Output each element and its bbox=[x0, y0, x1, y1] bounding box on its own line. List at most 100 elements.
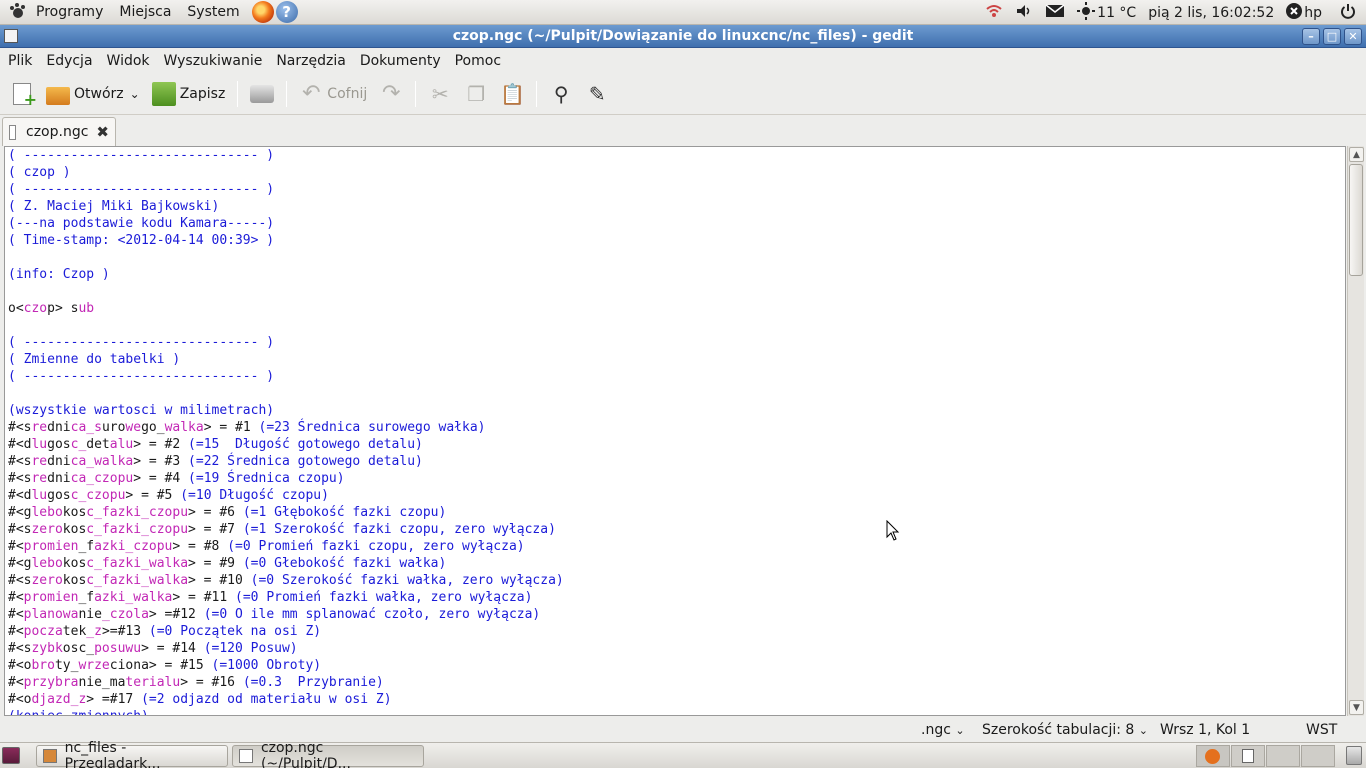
menu-dokumenty[interactable]: Dokumenty bbox=[353, 53, 448, 69]
user-close-icon[interactable] bbox=[1286, 2, 1303, 23]
tab-close-icon[interactable]: ✖ bbox=[96, 123, 109, 141]
menu-edycja[interactable]: Edycja bbox=[39, 53, 99, 69]
code-line[interactable]: ( Zmienne do tabelki ) bbox=[8, 351, 1345, 368]
workspace-2[interactable] bbox=[1231, 745, 1265, 767]
maximize-button[interactable]: □ bbox=[1323, 28, 1341, 45]
menu-miejsca[interactable]: Miejsca bbox=[111, 0, 179, 25]
workspace-3[interactable] bbox=[1266, 745, 1300, 767]
code-token: >=#13 bbox=[101, 624, 149, 639]
help-icon[interactable]: ? bbox=[275, 1, 298, 23]
clock[interactable]: pią 2 lis, 16:02:52 bbox=[1148, 5, 1274, 21]
code-line[interactable]: #<srednica_czopu> = #4 (=19 Średnica czo… bbox=[8, 470, 1345, 487]
code-line[interactable]: ( ------------------------------ ) bbox=[8, 147, 1345, 164]
code-line[interactable]: #<obroty_wrzeciona> = #15 (=1000 Obroty) bbox=[8, 657, 1345, 674]
firefox-launcher-icon[interactable] bbox=[251, 1, 274, 23]
replace-button[interactable]: ✎ bbox=[579, 75, 615, 113]
minimize-button[interactable]: – bbox=[1302, 28, 1320, 45]
mouse-pointer-icon bbox=[886, 520, 900, 541]
new-document-icon bbox=[13, 82, 37, 109]
code-line[interactable]: ( ------------------------------ ) bbox=[8, 368, 1345, 385]
code-line[interactable]: #<glebokosc_fazki_walka> = #9 (=0 Głebok… bbox=[8, 555, 1345, 572]
menu-wyszukiwanie[interactable]: Wyszukiwanie bbox=[157, 53, 270, 69]
scrollbar-thumb[interactable] bbox=[1349, 164, 1363, 276]
code-line[interactable]: (koniec zmiennych) bbox=[8, 708, 1345, 715]
code-token: (=19 Średnica czopu) bbox=[188, 471, 345, 486]
open-button[interactable]: Otwórz ⌄ bbox=[40, 75, 146, 113]
menu-programy[interactable]: Programy bbox=[28, 0, 111, 25]
gedit-app-icon[interactable] bbox=[4, 29, 18, 43]
language-selector[interactable]: .ngc ⌄ bbox=[921, 722, 965, 738]
code-line[interactable]: #<srednica_walka> = #3 (=22 Średnica got… bbox=[8, 453, 1345, 470]
gnome-foot-icon[interactable] bbox=[8, 2, 28, 22]
text-editor[interactable]: ( ------------------------------ ) ( czop… bbox=[4, 146, 1346, 716]
code-line[interactable]: ( Time-stamp: <2012-04-14 00:39> ) bbox=[8, 232, 1345, 249]
code-line[interactable]: ( Z. Maciej Miki Bajkowski) bbox=[8, 198, 1345, 215]
text-file-icon bbox=[9, 124, 17, 140]
trash-icon[interactable] bbox=[1346, 746, 1362, 765]
volume-icon[interactable] bbox=[1015, 3, 1033, 23]
code-line[interactable]: (info: Czop ) bbox=[8, 266, 1345, 283]
code-line[interactable]: #<szerokosc_fazki_walka> = #10 (=0 Szero… bbox=[8, 572, 1345, 589]
weather-icon[interactable] bbox=[1077, 1, 1096, 24]
menu-pomoc[interactable]: Pomoc bbox=[448, 53, 508, 69]
code-token: _czola bbox=[101, 607, 149, 622]
code-line[interactable]: #<dlugosc_czopu> = #5 (=10 Długość czopu… bbox=[8, 487, 1345, 504]
weather-temperature[interactable]: 11 °C bbox=[1097, 5, 1136, 21]
menu-system[interactable]: System bbox=[179, 0, 247, 25]
new-document-button[interactable] bbox=[4, 75, 40, 113]
paste-button[interactable]: 📋 bbox=[494, 75, 530, 113]
code-line[interactable]: #<dlugosc_detalu> = #2 (=15 Długość goto… bbox=[8, 436, 1345, 453]
workspace-4[interactable] bbox=[1301, 745, 1335, 767]
code-line[interactable] bbox=[8, 385, 1345, 402]
task-nc-files[interactable]: nc_files - Przeglądark... bbox=[36, 740, 228, 768]
scroll-down-arrow-icon[interactable]: ▼ bbox=[1349, 700, 1364, 715]
menu-widok[interactable]: Widok bbox=[100, 53, 157, 69]
wifi-icon[interactable] bbox=[985, 3, 1003, 23]
menu-narzedzia[interactable]: Narzędzia bbox=[269, 53, 352, 69]
code-line[interactable] bbox=[8, 283, 1345, 300]
code-line[interactable]: #<promien_fazki_walka> = #11 (=0 Promień… bbox=[8, 589, 1345, 606]
code-line[interactable]: #<srednica_surowego_walka> = #1 (=23 Śre… bbox=[8, 419, 1345, 436]
menu-plik[interactable]: Plik bbox=[0, 53, 39, 69]
firefox-mini-icon bbox=[1205, 749, 1220, 764]
code-line[interactable] bbox=[8, 317, 1345, 334]
code-line[interactable]: ( ------------------------------ ) bbox=[8, 181, 1345, 198]
code-line[interactable] bbox=[8, 249, 1345, 266]
power-icon[interactable] bbox=[1340, 3, 1356, 23]
code-line[interactable]: (wszystkie wartosci w milimetrach) bbox=[8, 402, 1345, 419]
code-token: #<s bbox=[8, 573, 32, 588]
show-desktop-icon[interactable] bbox=[2, 747, 20, 764]
code-line[interactable]: ( ------------------------------ ) bbox=[8, 334, 1345, 351]
tab-width-selector[interactable]: Szerokość tabulacji: 8 ⌄ bbox=[982, 722, 1148, 738]
code-token: _f bbox=[78, 539, 95, 554]
code-line[interactable]: #<glebokosc_fazki_czopu> = #6 (=1 Głębok… bbox=[8, 504, 1345, 521]
print-button[interactable] bbox=[244, 75, 280, 113]
code-line[interactable]: (---na podstawie kodu Kamara-----) bbox=[8, 215, 1345, 232]
code-line[interactable]: #<planowanie_czola> =#12 (=0 O ile mm sp… bbox=[8, 606, 1345, 623]
cut-button[interactable]: ✂ bbox=[422, 75, 458, 113]
code-line[interactable]: ( czop ) bbox=[8, 164, 1345, 181]
mail-icon[interactable] bbox=[1045, 3, 1065, 22]
code-line[interactable]: o<czop> sub bbox=[8, 300, 1345, 317]
copy-button[interactable]: ❐ bbox=[458, 75, 494, 113]
task-czop-ngc[interactable]: czop.ngc (~/Pulpit/D... bbox=[232, 740, 424, 768]
code-content[interactable]: ( ------------------------------ ) ( czop… bbox=[5, 147, 1345, 715]
undo-button[interactable]: ↶ Cofnij bbox=[293, 75, 373, 113]
code-line[interactable]: #<poczatek_z>=#13 (=0 Początek na osi Z) bbox=[8, 623, 1345, 640]
open-recent-dropdown-icon[interactable]: ⌄ bbox=[130, 87, 140, 101]
workspace-1[interactable] bbox=[1196, 745, 1230, 767]
code-line[interactable]: #<szerokosc_fazki_czopu> = #7 (=1 Szerok… bbox=[8, 521, 1345, 538]
find-button[interactable]: ⚲ bbox=[543, 75, 579, 113]
window-titlebar[interactable]: czop.ngc (~/Pulpit/Dowiązanie do linuxcn… bbox=[0, 25, 1366, 48]
close-button[interactable]: ✕ bbox=[1344, 28, 1362, 45]
scroll-up-arrow-icon[interactable]: ▲ bbox=[1349, 147, 1364, 162]
code-line[interactable]: #<przybranie_materialu> = #16 (=0.3 Przy… bbox=[8, 674, 1345, 691]
code-line[interactable]: #<promien_fazki_czopu> = #8 (=0 Promień … bbox=[8, 538, 1345, 555]
redo-button[interactable]: ↷ bbox=[373, 75, 409, 113]
vertical-scrollbar[interactable]: ▲ ▼ bbox=[1347, 146, 1364, 716]
user-name[interactable]: hp bbox=[1304, 5, 1322, 21]
code-line[interactable]: #<odjazd_z> =#17 (=2 odjazd od materiału… bbox=[8, 691, 1345, 708]
tab-czop-ngc[interactable]: czop.ngc ✖ bbox=[2, 117, 116, 146]
code-line[interactable]: #<szybkosc_posuwu> = #14 (=120 Posuw) bbox=[8, 640, 1345, 657]
save-button[interactable]: Zapisz bbox=[146, 75, 232, 113]
